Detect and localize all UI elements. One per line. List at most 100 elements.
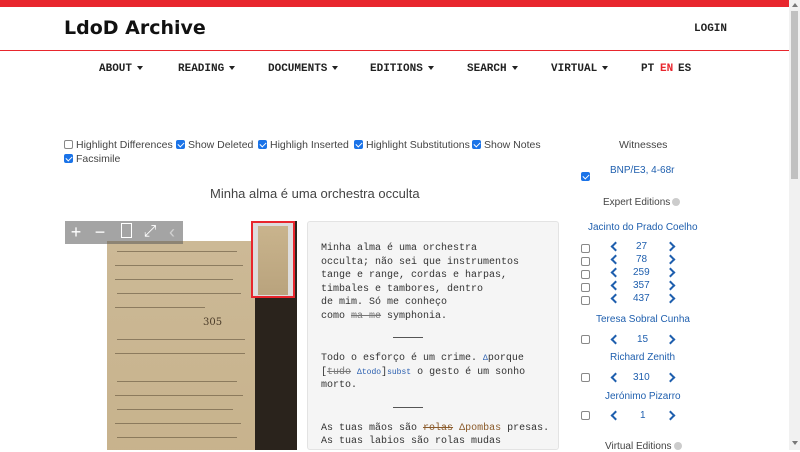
arrow-right-icon[interactable] [665,267,676,278]
chevron-down-icon [511,66,518,71]
nav-about[interactable]: ABOUT [99,63,144,75]
edition-number[interactable]: 310 [633,372,650,383]
edition-number[interactable]: 15 [637,334,648,345]
checkbox[interactable] [354,140,363,149]
arrow-right-icon[interactable] [665,293,676,304]
arrow-right-icon[interactable] [665,280,676,291]
arrow-right-icon[interactable] [665,254,676,265]
editor-cunha[interactable]: Teresa Sobral Cunha [596,314,690,325]
scroll-up-icon[interactable] [792,3,798,7]
nav-virtual[interactable]: VIRTUAL [551,63,609,75]
nav-editions[interactable]: EDITIONS [370,63,434,75]
edition-number[interactable]: 27 [636,241,647,252]
home-icon[interactable] [117,223,135,241]
opt-label: Highlight Differences [76,139,173,151]
edition-checkbox[interactable] [581,257,590,266]
edition-checkbox[interactable] [581,270,590,279]
opt-highlight-differences[interactable]: Highlight Differences [64,139,173,151]
chevron-down-icon [229,66,236,71]
scroll-thumb[interactable] [791,11,798,179]
checkbox[interactable] [472,140,481,149]
editor-zenith[interactable]: Richard Zenith [610,352,675,363]
arrow-right-icon[interactable] [665,241,676,252]
edition-number[interactable]: 78 [636,254,647,265]
editor-coelho[interactable]: Jacinto do Prado Coelho [588,222,698,233]
edition-checkbox[interactable] [581,335,590,344]
arrow-left-icon[interactable] [610,241,621,252]
info-icon[interactable] [672,198,681,206]
arrow-right-icon[interactable] [665,410,676,421]
checkbox[interactable] [258,140,267,149]
witness-link[interactable]: BNP/E3, 4-68r [610,165,674,176]
arrow-left-icon[interactable] [610,280,621,291]
edition-checkbox[interactable] [581,373,590,382]
edition-number[interactable]: 1 [640,410,646,421]
nav-reading[interactable]: READING [178,63,236,75]
checkbox[interactable] [176,140,185,149]
edition-checkbox[interactable] [581,244,590,253]
virtual-editions-title: Virtual Editions [605,441,682,452]
text-span: symphonia. [381,310,448,322]
text-span: o gesto é um sonho [411,366,526,378]
substituted-text: rolas [423,422,454,434]
arrow-left-icon[interactable] [610,293,621,304]
witnesses-title: Witnesses [619,139,668,151]
editor-pizarro[interactable]: Jerónimo Pizarro [605,391,681,402]
edition-checkbox[interactable] [581,296,590,305]
expert-title-label: Expert Editions [603,197,671,208]
arrow-right-icon[interactable] [665,372,676,383]
arrow-left-icon[interactable] [610,372,621,383]
manuscript-page-image: 305 [107,241,255,450]
nav-documents[interactable]: DOCUMENTS [268,63,339,75]
login-link[interactable]: LOGIN [694,23,727,35]
arrow-left-icon[interactable] [610,410,621,421]
text-line: Minha alma é uma orchestra [321,243,478,254]
opt-highlight-inserted[interactable]: Highligh Inserted [258,139,349,151]
zoom-out-icon[interactable]: − [91,223,109,241]
chevron-down-icon [427,66,434,71]
edition-checkbox[interactable] [581,283,590,292]
text-line: occulta; não sei que instrumentos [321,256,520,268]
edition-checkbox[interactable] [581,411,590,420]
arrow-left-icon[interactable] [610,254,621,265]
scroll-down-icon[interactable] [792,441,798,445]
separator [393,406,423,408]
chevron-down-icon [137,66,144,71]
opt-show-deleted[interactable]: Show Deleted [176,139,253,151]
checkbox[interactable] [64,154,73,163]
checkbox[interactable] [64,140,73,149]
opt-label: Facsimile [76,153,121,165]
substitution-mark: subst [387,367,412,377]
opt-highlight-substitutions[interactable]: Highlight Substitutions [354,139,470,151]
brand-logo[interactable]: LdoD Archive [64,17,206,39]
opt-label: Highlight Substitutions [366,139,470,151]
substitution-text: Δpombas [459,422,502,434]
nav-about-label: ABOUT [99,63,133,75]
text-span: como [321,310,352,322]
opt-show-notes[interactable]: Show Notes [472,139,541,151]
edition-number[interactable]: 259 [633,267,650,278]
page-thumbnail[interactable] [251,221,295,298]
nav-search[interactable]: SEARCH [467,63,518,75]
nav-documents-label: DOCUMENTS [268,63,328,75]
arrow-right-icon[interactable] [665,334,676,345]
arrow-left-icon[interactable] [610,267,621,278]
opt-facsimile[interactable]: Facsimile [64,153,120,165]
fullscreen-icon[interactable]: ⤢ [141,223,159,241]
text-line: As tuas labios são rolas mudas [321,436,502,447]
text-line: [tudo Δtodo]subst o gesto é um sonho [321,366,545,380]
lang-en[interactable]: EN [660,63,673,75]
viewer-toolbar: + − ⤢ ‹ [65,221,183,244]
zoom-in-icon[interactable]: + [67,223,85,241]
witness-checkbox[interactable] [581,172,590,181]
page-number-mark: 305 [203,317,223,328]
lang-es[interactable]: ES [678,63,691,75]
page-scrollbar[interactable] [789,0,800,450]
edition-number[interactable]: 437 [633,293,650,304]
info-icon[interactable] [673,442,682,450]
arrow-left-icon[interactable] [610,334,621,345]
edition-number[interactable]: 357 [633,280,650,291]
lang-pt[interactable]: PT [641,63,654,75]
prev-page-icon[interactable]: ‹ [163,223,181,241]
deleted-text: ma me [351,310,382,322]
